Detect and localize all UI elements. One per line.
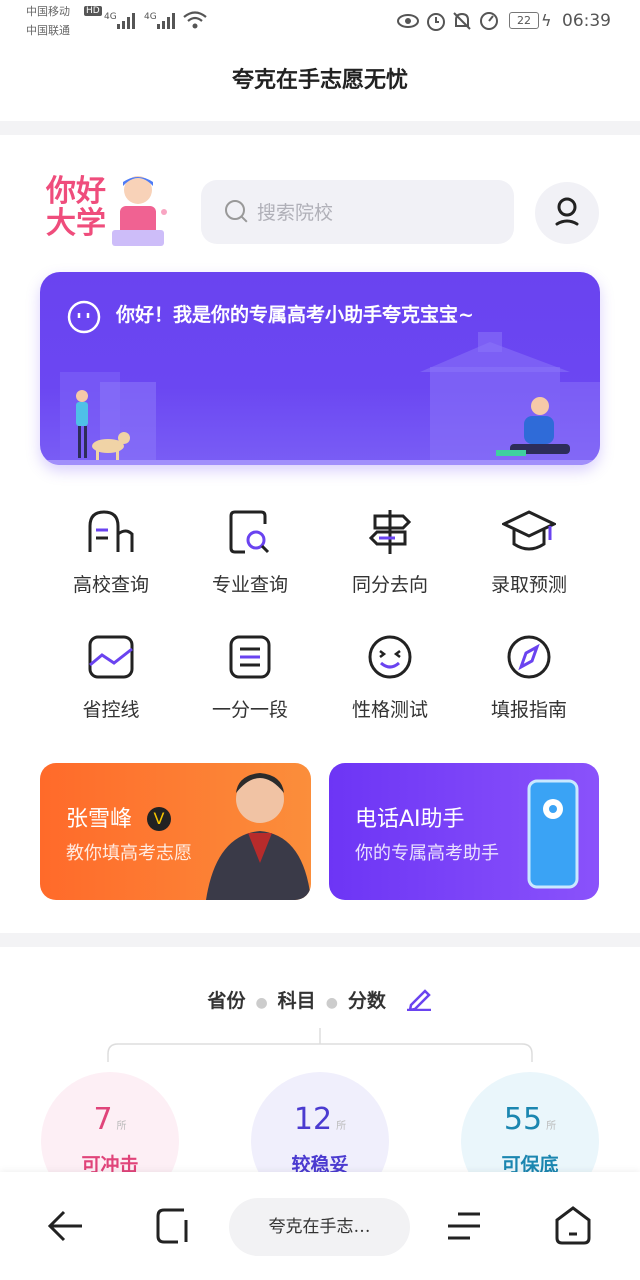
speedometer-icon	[480, 12, 498, 30]
mascot-illustration	[112, 176, 167, 246]
filter-province[interactable]: 省份	[207, 990, 245, 1012]
logo-text-line2: 大学	[46, 206, 106, 241]
expert-portrait	[206, 773, 311, 900]
result-count: 55 所	[503, 1102, 557, 1137]
smiley-icon	[368, 635, 412, 679]
grid-item-school-search[interactable]: 高校查询	[41, 508, 181, 597]
page-title: 夸克在手志愿无忧	[231, 67, 408, 93]
carrier-label-2: 中国联通	[26, 24, 70, 37]
grid-label: 性格测试	[351, 699, 428, 721]
section-divider	[0, 121, 640, 135]
wifi-icon	[183, 11, 207, 29]
network-label-1: 4G	[104, 12, 117, 22]
banner-text: 你好！我是你的专属高考小助手夸克宝宝~	[116, 304, 474, 326]
app-logo: 你好 大学	[42, 170, 172, 252]
result-count: 12 所	[293, 1102, 347, 1137]
tabs-icon[interactable]	[154, 1206, 194, 1246]
grid-label: 省控线	[82, 699, 140, 721]
signpost-icon	[368, 510, 412, 554]
grid-label: 专业查询	[211, 574, 288, 596]
grid-item-score-segment[interactable]: 一分一段	[180, 633, 320, 722]
menu-icon[interactable]	[444, 1208, 484, 1244]
graduation-cap-icon	[502, 510, 556, 551]
signal-icon	[117, 13, 135, 29]
grid-label: 填报指南	[490, 699, 567, 721]
signal-icon	[157, 13, 175, 29]
grid-item-admission-forecast[interactable]: 录取预测	[459, 508, 599, 597]
ai-phone-assistant-card[interactable]: 电话AI助手 你的专属高考助手	[329, 763, 599, 900]
connector-lines	[107, 1028, 533, 1062]
grid-label: 同分去向	[351, 574, 428, 596]
expert-subtitle: 教你填高考志愿	[66, 843, 192, 864]
home-icon[interactable]	[553, 1205, 593, 1247]
grid-label: 高校查询	[72, 574, 149, 596]
edit-icon[interactable]	[405, 985, 433, 1012]
alarm-icon	[427, 13, 445, 31]
expert-card[interactable]: 张雪峰 V 教你填高考志愿	[40, 763, 311, 900]
filter-score[interactable]: 分数	[348, 990, 386, 1012]
logo-text-line1: 你好	[46, 174, 106, 209]
back-arrow-icon[interactable]	[46, 1208, 86, 1244]
chart-line-icon	[88, 635, 134, 679]
grid-item-same-score[interactable]: 同分去向	[320, 508, 460, 597]
user-avatar-button[interactable]	[535, 182, 599, 244]
mute-bell-icon	[453, 12, 471, 30]
school-icon	[88, 510, 134, 552]
section-divider	[0, 933, 640, 947]
grid-item-control-line[interactable]: 省控线	[41, 633, 181, 722]
ai-assistant-subtitle: 你的专属高考助手	[355, 843, 499, 864]
eye-icon	[397, 14, 419, 28]
grid-item-personality-test[interactable]: 性格测试	[320, 633, 460, 722]
carrier-label-1: 中国移动	[26, 5, 70, 18]
search-input[interactable]: 搜索院校	[201, 180, 514, 244]
chat-smile-icon	[67, 300, 101, 334]
battery-icon: 22	[509, 12, 539, 29]
grid-item-major-search[interactable]: 专业查询	[180, 508, 320, 597]
verified-badge-icon: V	[147, 807, 172, 831]
status-bar: 中国移动 中国联通 HD 4G 4G 22 ϟ 06:39	[0, 0, 640, 46]
major-search-icon	[229, 510, 270, 554]
compass-icon	[507, 635, 551, 679]
network-label-2: 4G	[144, 12, 157, 22]
grid-label: 录取预测	[490, 574, 567, 596]
grid-label: 一分一段	[211, 699, 288, 721]
search-placeholder: 搜索院校	[257, 202, 334, 224]
hd-icon: HD	[84, 6, 102, 16]
filter-subject[interactable]: 科目	[278, 990, 316, 1012]
search-icon	[225, 200, 245, 220]
ai-assistant-title: 电话AI助手	[355, 807, 465, 832]
expert-name: 张雪峰 V	[66, 801, 172, 833]
current-tab-pill[interactable]: 夸克在手志…	[229, 1198, 410, 1256]
banner-illustration	[40, 332, 600, 465]
charging-icon: ϟ	[541, 11, 552, 30]
result-count: 7所	[93, 1102, 127, 1137]
clock: 06:39	[562, 11, 611, 31]
grid-item-application-guide[interactable]: 填报指南	[459, 633, 599, 722]
assistant-banner[interactable]: 你好！我是你的专属高考小助手夸克宝宝~	[40, 272, 600, 465]
list-icon	[229, 635, 271, 679]
phone-illustration	[527, 779, 579, 889]
user-icon	[555, 197, 579, 226]
score-filter-bar[interactable]: 省份 ● 科目 ● 分数	[0, 985, 640, 1013]
